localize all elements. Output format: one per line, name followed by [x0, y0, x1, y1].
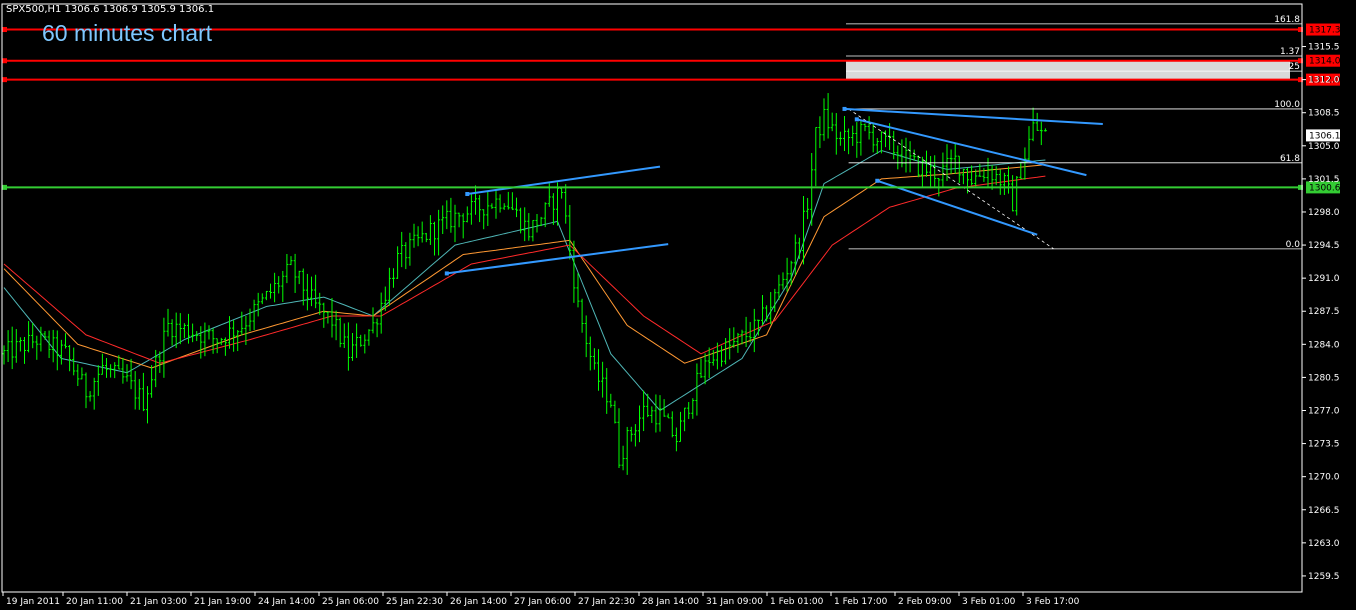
symbol-info: SPX500,H1 1306.6 1306.9 1305.9 1306.1: [6, 4, 215, 15]
trendline-handle[interactable]: [444, 271, 449, 276]
x-axis-label: 20 Jan 11:00: [66, 597, 123, 607]
x-axis-label: 19 Jan 2011: [6, 597, 60, 607]
y-axis-label: 1266.5: [1308, 506, 1340, 516]
x-axis-label: 31 Jan 09:00: [706, 597, 763, 607]
chart-caption: 60 minutes chart: [42, 20, 213, 46]
fib-level-label: 161.8: [1274, 15, 1300, 25]
y-axis-label: 1308.5: [1308, 109, 1340, 119]
fib-level-label: 25: [1289, 62, 1300, 72]
y-axis-label: 1294.5: [1308, 241, 1340, 251]
x-axis-label: 26 Jan 14:00: [450, 597, 507, 607]
current-price-label: 1306.1: [1309, 131, 1341, 141]
y-axis-label: 1263.0: [1308, 539, 1340, 549]
fib-level-label: 100.0: [1274, 100, 1300, 110]
trendline-handle[interactable]: [875, 178, 880, 183]
fib-level-label: 61.8: [1280, 154, 1300, 164]
x-axis-label: 1 Feb 17:00: [834, 597, 888, 607]
chart-background: [0, 0, 1356, 610]
price-tag-label: 1314.0: [1309, 57, 1341, 67]
y-axis-label: 1259.5: [1308, 572, 1340, 582]
y-axis-label: 1284.0: [1308, 340, 1340, 350]
x-axis-label: 24 Jan 14:00: [258, 597, 315, 607]
y-axis-label: 1291.0: [1308, 274, 1340, 284]
x-axis-label: 21 Jan 19:00: [194, 597, 251, 607]
horizontal-line-handle[interactable]: [2, 77, 7, 83]
y-axis-label: 1305.0: [1308, 142, 1340, 152]
y-axis-label: 1298.0: [1308, 208, 1340, 218]
price-tag-label: 1317.3: [1309, 26, 1341, 36]
x-axis-label: 3 Feb 01:00: [962, 597, 1016, 607]
y-axis-label: 1277.0: [1308, 406, 1340, 416]
trendline-handle[interactable]: [842, 106, 847, 111]
x-axis-label: 25 Jan 06:00: [322, 597, 379, 607]
y-axis-label: 1270.0: [1308, 473, 1340, 483]
price-chart[interactable]: 161.8 1.37 25 100.0 61.8 0.0 1317.3 1314.0 1312…: [0, 0, 1356, 610]
x-axis-label: 25 Jan 22:30: [386, 597, 443, 607]
horizontal-line-handle[interactable]: [2, 184, 7, 190]
y-axis-label: 1273.5: [1308, 440, 1340, 450]
x-axis-label: 3 Feb 17:00: [1026, 597, 1080, 607]
y-axis-label: 1315.5: [1308, 43, 1340, 53]
y-axis-label: 1280.5: [1308, 373, 1340, 383]
trendline-handle[interactable]: [854, 117, 859, 122]
target-zone-box: [846, 60, 1290, 80]
x-axis-label: 28 Jan 14:00: [642, 597, 699, 607]
fib-level-label: 1.37: [1280, 47, 1300, 57]
y-axis-label: 1287.5: [1308, 307, 1340, 317]
x-axis-label: 2 Feb 09:00: [898, 597, 952, 607]
x-axis-label: 21 Jan 03:00: [130, 597, 187, 607]
horizontal-line-handle[interactable]: [2, 58, 7, 64]
x-axis-label: 1 Feb 01:00: [770, 597, 824, 607]
horizontal-line-handle[interactable]: [2, 27, 7, 33]
x-axis-label: 27 Jan 22:30: [578, 597, 635, 607]
y-axis-label: 1301.5: [1308, 175, 1340, 185]
trendline-handle[interactable]: [465, 192, 470, 197]
price-tag-label: 1300.6: [1309, 183, 1341, 193]
y-axis-label: 1312.0: [1308, 76, 1340, 86]
fib-level-label: 0.0: [1286, 240, 1301, 250]
x-axis-label: 27 Jan 06:00: [514, 597, 571, 607]
